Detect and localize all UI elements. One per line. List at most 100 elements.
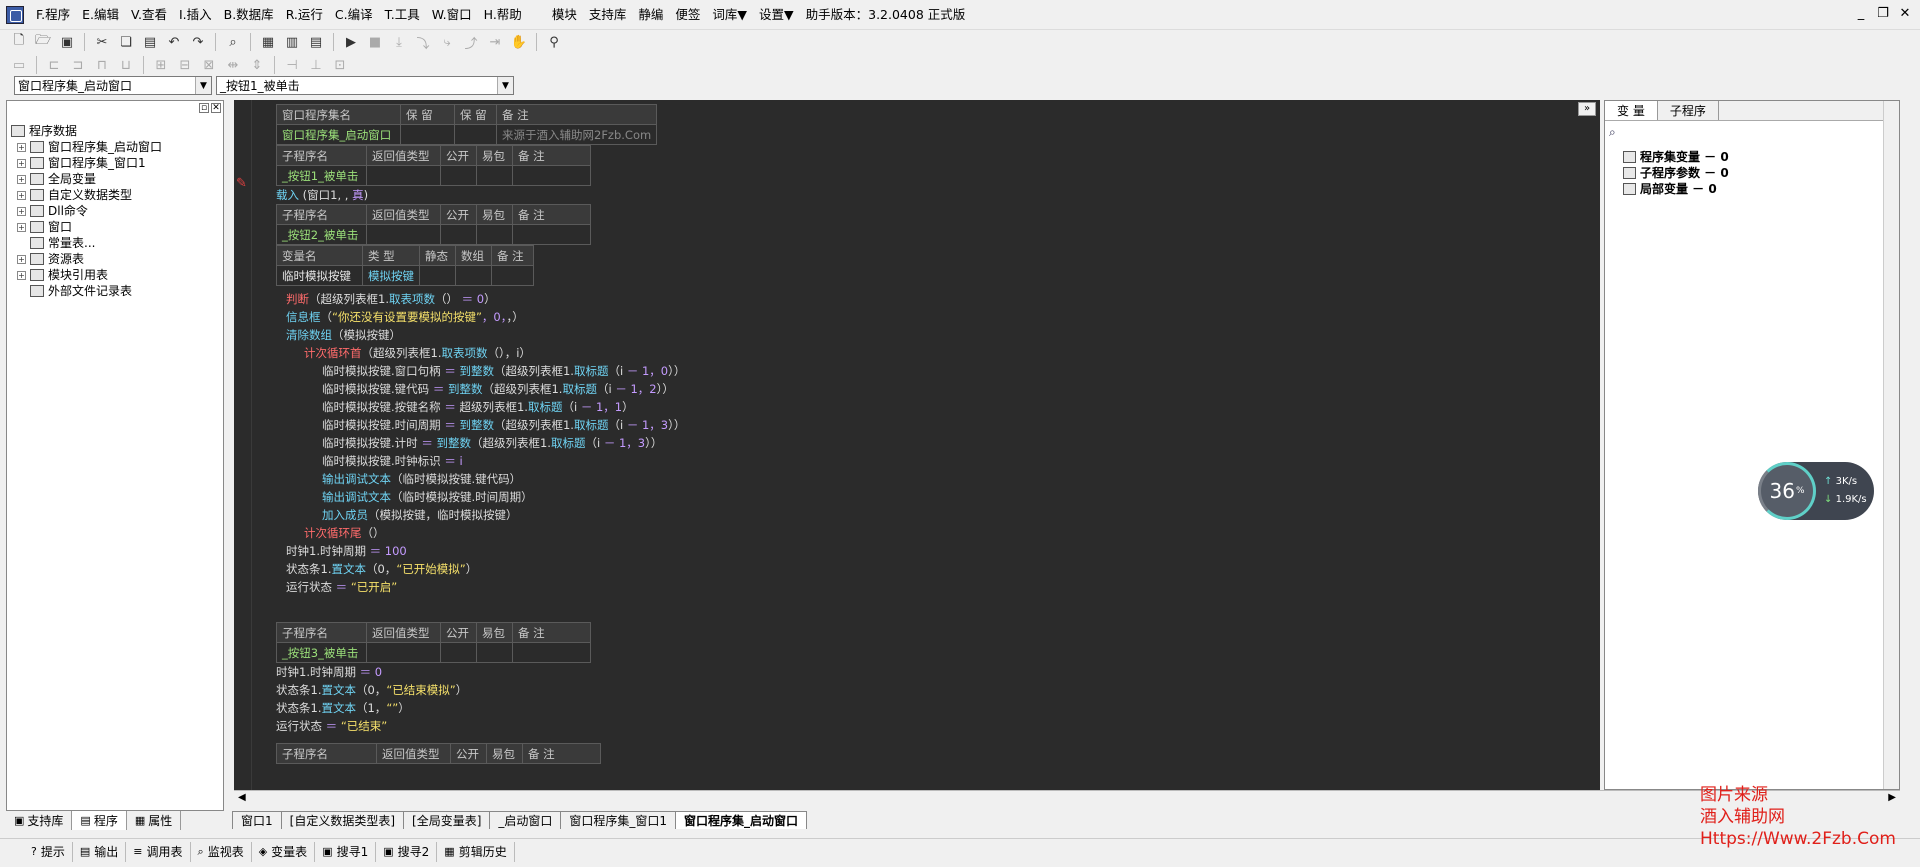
code-line[interactable]: 状态条1.置文本（1，“”） bbox=[276, 699, 685, 717]
save-icon[interactable]: ▣ bbox=[56, 32, 78, 52]
code-line[interactable]: 载入 (窗口1, , 真) bbox=[276, 186, 685, 204]
code-line[interactable]: 时钟1.时钟周期 ＝ 100 bbox=[286, 542, 685, 560]
tab-watch[interactable]: ⌕ 监视表 bbox=[191, 841, 252, 862]
copy-icon[interactable]: ❏ bbox=[115, 32, 137, 52]
assembly-note[interactable]: 来源于酒入辅助网2Fzb.Com bbox=[495, 124, 658, 145]
menu-compile[interactable]: C.编译 bbox=[329, 0, 379, 30]
center-h-icon[interactable]: ⊣ bbox=[281, 55, 303, 75]
expand-icon[interactable]: + bbox=[17, 270, 26, 280]
subroutine-declaration[interactable]: 子程序名 返回值类型 公开 易包 备 注 _按钮2_被单击 bbox=[276, 204, 591, 245]
code-line[interactable]: 运行状态 ＝ “已结束” bbox=[276, 717, 685, 735]
table-cell[interactable] bbox=[440, 642, 477, 663]
expand-icon[interactable]: + bbox=[17, 142, 26, 152]
code-line[interactable]: 清除数组（模拟按键） bbox=[286, 326, 685, 344]
menu-run[interactable]: R.运行 bbox=[280, 0, 329, 30]
v-space-icon[interactable]: ⇕ bbox=[246, 55, 268, 75]
tab-output[interactable]: ▤ 输出 bbox=[73, 841, 127, 862]
expand-icon[interactable]: + bbox=[17, 190, 26, 200]
find-icon[interactable]: ⌕ bbox=[222, 32, 244, 52]
variable-type[interactable]: 模拟按键 bbox=[362, 265, 420, 286]
chevron-down-icon[interactable]: ▼ bbox=[497, 77, 513, 94]
table-cell[interactable] bbox=[512, 165, 591, 186]
variable-name[interactable]: 临时模拟按键 bbox=[276, 265, 363, 286]
expand-panel-icon[interactable]: » bbox=[1578, 102, 1596, 116]
paste-icon[interactable]: ▤ bbox=[139, 32, 161, 52]
expand-icon[interactable]: + bbox=[17, 158, 26, 168]
code-line[interactable]: 临时模拟按键.按键名称 ＝ 超级列表框1.取标题（i － 1，1） bbox=[286, 398, 685, 416]
table-cell[interactable] bbox=[491, 265, 534, 286]
code-line[interactable]: 判断（超级列表框1.取表项数（） ＝ 0） bbox=[286, 290, 685, 308]
align-top-icon[interactable]: ⊔ bbox=[115, 55, 137, 75]
code-line[interactable]: 计次循环尾（） bbox=[286, 524, 685, 542]
code-line[interactable]: 时钟1.时钟周期 ＝ 0 bbox=[276, 663, 685, 681]
tree-item[interactable]: 局部变量 － 0 bbox=[1623, 181, 1729, 197]
menu-tools[interactable]: T.工具 bbox=[379, 0, 426, 30]
subroutine-body[interactable]: 时钟1.时钟周期 ＝ 0 状态条1.置文本（0，“已结束模拟”） 状态条1.置文本（… bbox=[276, 663, 685, 735]
code-editor[interactable]: ✎ 窗口程序集名 保 留 保 留 备 注 窗口程序集_启动窗口 来源于酒入辅助网… bbox=[234, 100, 1600, 790]
binoculars-icon[interactable]: ⚲ bbox=[543, 32, 565, 52]
local-variable-declaration[interactable]: 变量名 类 型 静态 数组 备 注 临时模拟按键 模拟按键 bbox=[276, 245, 534, 286]
tab-clip-history[interactable]: ▦ 剪辑历史 bbox=[437, 841, 515, 862]
menu-window[interactable]: W.窗口 bbox=[426, 0, 478, 30]
doc-tab[interactable]: 窗口程序集_窗口1 bbox=[560, 811, 677, 829]
assembly-select[interactable]: 窗口程序集_启动窗口 ▼ bbox=[14, 76, 212, 95]
tab-hint[interactable]: ? 提示 bbox=[24, 841, 73, 862]
menu-notes[interactable]: 便签 bbox=[669, 0, 706, 30]
tree-root[interactable]: 程序数据 bbox=[11, 123, 223, 139]
table-cell[interactable] bbox=[366, 165, 441, 186]
chevron-down-icon[interactable]: ▼ bbox=[195, 77, 211, 94]
table-cell[interactable] bbox=[476, 165, 513, 186]
code-line[interactable]: 输出调试文本（临时模拟按键.键代码） bbox=[286, 470, 685, 488]
stop-icon[interactable]: ■ bbox=[364, 32, 386, 52]
table-cell[interactable] bbox=[512, 224, 591, 245]
tree-item[interactable]: + 资源表 bbox=[11, 251, 223, 267]
tree-item[interactable]: 常量表... bbox=[11, 235, 223, 251]
horizontal-scrollbar[interactable]: ◀ ▶ bbox=[234, 790, 1900, 806]
menu-help[interactable]: H.帮助 bbox=[478, 0, 528, 30]
redo-icon[interactable]: ↷ bbox=[187, 32, 209, 52]
code-line[interactable]: 临时模拟按键.计时 ＝ 到整数（超级列表框1.取标题（i － 1，3）） bbox=[286, 434, 685, 452]
step-into-icon[interactable]: ⤵ bbox=[412, 32, 434, 52]
doc-tab-active[interactable]: 窗口程序集_启动窗口 bbox=[675, 811, 808, 829]
close-icon[interactable]: ✕ bbox=[1898, 6, 1912, 21]
same-height-icon[interactable]: ⊟ bbox=[174, 55, 196, 75]
menu-settings[interactable]: 设置▼ bbox=[753, 0, 800, 30]
subroutine-body[interactable]: 判断（超级列表框1.取表项数（） ＝ 0） 信息框（“你还没有设置要模拟的按键”，… bbox=[276, 290, 685, 596]
align-right-icon[interactable]: ⊓ bbox=[91, 55, 113, 75]
expand-icon[interactable]: + bbox=[17, 206, 26, 216]
run-to-icon[interactable]: ⇥ bbox=[484, 32, 506, 52]
assembly-name[interactable]: 窗口程序集_启动窗口 bbox=[276, 124, 401, 145]
code-line[interactable]: 加入成员（模拟按键，临时模拟按键） bbox=[286, 506, 685, 524]
subroutine-select[interactable]: _按钮1_被单击 ▼ bbox=[216, 76, 514, 95]
tab-variables[interactable]: 变 量 bbox=[1605, 101, 1658, 120]
tab-search2[interactable]: ▣ 搜寻2 bbox=[376, 841, 438, 862]
search-icon[interactable]: ⌕ bbox=[1609, 125, 1616, 140]
minimize-icon[interactable]: _ bbox=[1854, 6, 1868, 21]
tab-properties[interactable]: ▦ 属性 bbox=[127, 811, 182, 830]
code-content[interactable]: 窗口程序集名 保 留 保 留 备 注 窗口程序集_启动窗口 来源于酒入辅助网2F… bbox=[276, 104, 685, 764]
tree-item[interactable]: 子程序参数 － 0 bbox=[1623, 165, 1729, 181]
table-cell[interactable] bbox=[366, 642, 441, 663]
code-line[interactable]: 运行状态 ＝ “已开启” bbox=[286, 578, 685, 596]
subroutine-declaration[interactable]: 子程序名 返回值类型 公开 易包 备 注 bbox=[276, 743, 601, 764]
step-icon[interactable]: ⤓ bbox=[388, 32, 410, 52]
tab-call-stack[interactable]: ≡ 调用表 bbox=[126, 841, 191, 862]
run-icon[interactable]: ▶ bbox=[340, 32, 362, 52]
step-over-icon[interactable]: ⤷ bbox=[436, 32, 458, 52]
table-cell[interactable] bbox=[512, 642, 591, 663]
table-cell[interactable] bbox=[454, 124, 497, 145]
menu-view[interactable]: V.查看 bbox=[125, 0, 173, 30]
align-icon[interactable]: ▭ bbox=[8, 55, 30, 75]
open-folder-icon[interactable]: 🗁 bbox=[32, 32, 54, 52]
tree-item[interactable]: 外部文件记录表 bbox=[11, 283, 223, 299]
code-line[interactable]: 计次循环首（超级列表框1.取表项数（），i） bbox=[286, 344, 685, 362]
menu-database[interactable]: B.数据库 bbox=[218, 0, 280, 30]
tree-item[interactable]: + 窗口程序集_启动窗口 bbox=[11, 139, 223, 155]
hand-icon[interactable]: ✋ bbox=[508, 32, 530, 52]
table-cell[interactable] bbox=[400, 124, 455, 145]
tree-item[interactable]: + 全局变量 bbox=[11, 171, 223, 187]
tab-subroutines[interactable]: 子程序 bbox=[1658, 101, 1719, 120]
doc-tab[interactable]: [自定义数据类型表] bbox=[280, 811, 405, 829]
restore-icon[interactable]: ❐ bbox=[1876, 6, 1890, 21]
table-cell[interactable] bbox=[440, 165, 477, 186]
